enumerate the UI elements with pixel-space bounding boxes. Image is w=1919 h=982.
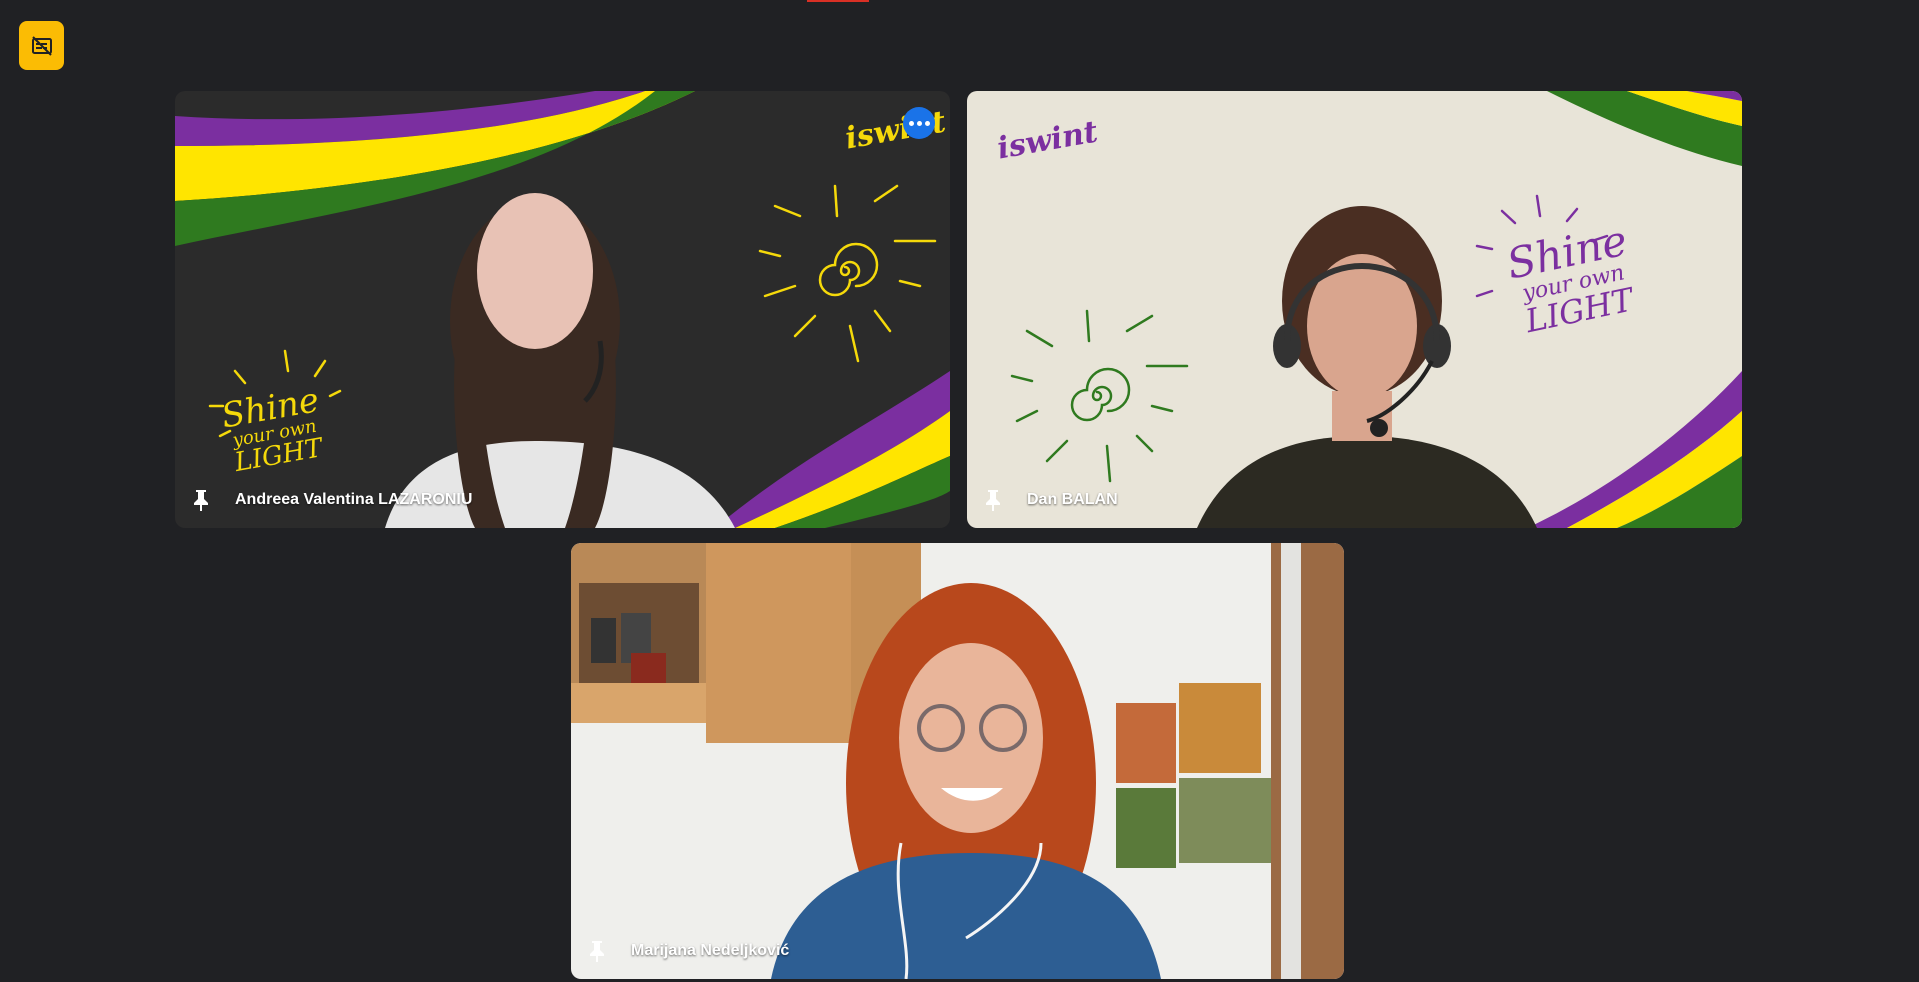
background-slogan: Shine your own LIGHT <box>218 380 329 478</box>
camera-video <box>571 543 1344 979</box>
more-dot-icon <box>924 120 930 126</box>
participant-name: Dan BALAN <box>1027 491 1118 508</box>
participant-name: Marijana Nedeljković <box>631 942 790 959</box>
participant-name: Andreea Valentina LAZARONIU <box>235 491 473 508</box>
participant-tile-2[interactable]: iswint Shine your own LIGHT Dan BALAN <box>967 91 1742 528</box>
participant-name-bar: Andreea Valentina LAZARONIU <box>189 488 472 512</box>
participant-tile-3[interactable]: Marijana Nedeljković <box>571 543 1344 979</box>
recording-indicator <box>807 0 869 2</box>
captions-off-button[interactable] <box>19 21 64 70</box>
participant-name-bar: Marijana Nedeljković <box>585 939 789 963</box>
captions-off-icon <box>31 35 52 56</box>
background-slogan: Shine your own LIGHT <box>1503 216 1641 341</box>
pin-icon[interactable] <box>189 488 213 512</box>
more-dot-icon <box>908 120 914 126</box>
pin-icon[interactable] <box>585 939 609 963</box>
participant-name-bar: Dan BALAN <box>981 488 1118 512</box>
more-dot-icon <box>916 120 922 126</box>
participant-tile-1[interactable]: iswint Shine your own LIGHT Andreea Vale… <box>175 91 950 528</box>
pin-icon[interactable] <box>981 488 1005 512</box>
more-options-button[interactable] <box>903 107 935 139</box>
